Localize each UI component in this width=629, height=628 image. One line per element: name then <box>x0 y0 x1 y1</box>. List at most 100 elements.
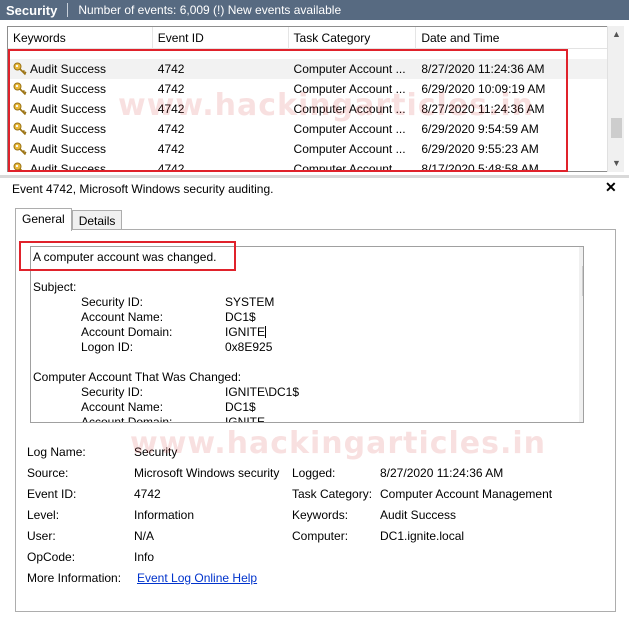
row-event-id-text: 4742 <box>157 142 185 156</box>
event-list-body: Audit Success 4742 Computer Account ... 8/2… <box>8 59 607 172</box>
source-value: Microsoft Windows security <box>134 466 280 480</box>
row-keyword: Audit Success <box>8 62 153 76</box>
row-event-id-text: 4742 <box>157 122 185 136</box>
row-task-category: Computer Account ... <box>289 122 417 136</box>
table-row[interactable]: Audit Success 4742 Computer Account ... 8/1… <box>8 159 607 172</box>
logged-label: Logged: <box>292 466 336 480</box>
row-date-time: 8/27/2020 11:24:36 AM <box>416 102 607 116</box>
row-keyword: Audit Success <box>8 162 153 172</box>
scroll-down-icon[interactable]: ▼ <box>608 155 625 172</box>
row-event-id: 4742 <box>153 102 289 116</box>
log-title-bar: Security Number of events: 6,009 (!) New… <box>0 0 629 20</box>
event-list-scrollbar[interactable]: ▲ ▼ <box>607 26 624 172</box>
row-event-id-text: 4742 <box>157 162 185 172</box>
task-category-label: Task Category: <box>292 487 373 501</box>
row-event-id-text: 4742 <box>157 102 185 116</box>
row-task-category: Computer Account ... <box>289 142 417 156</box>
event-log-online-help-link[interactable]: Event Log Online Help <box>137 571 257 585</box>
row-event-id: 4742 <box>153 142 289 156</box>
row-keyword-text: Audit Success <box>30 82 107 96</box>
description-field-value: DC1$ <box>225 310 256 324</box>
event-count: Number of events: 6,009 (!) New events a… <box>78 3 342 17</box>
row-event-id: 4742 <box>153 162 289 172</box>
description-field-label: Account Domain: <box>81 325 173 339</box>
description-field-label: Account Name: <box>81 310 164 324</box>
tab-details[interactable]: Details <box>71 210 123 231</box>
key-icon <box>13 62 27 76</box>
scroll-down-icon[interactable]: ▼ <box>579 405 583 422</box>
table-row[interactable]: Audit Success 4742 Computer Account ... 8/2… <box>8 99 607 119</box>
table-row[interactable]: Audit Success 4742 Computer Account ... 8/2… <box>8 59 607 79</box>
key-icon <box>13 162 25 171</box>
opcode-value: Info <box>134 550 155 564</box>
table-row[interactable]: Audit Success 4742 Computer Account ... 6/2… <box>8 79 607 99</box>
row-keyword-text: Audit Success <box>30 62 107 76</box>
row-task-category-text: Computer Account ... <box>293 142 406 156</box>
row-date-time-text: 8/17/2020 5:48:58 AM <box>421 162 539 172</box>
description-field-value: 0x8E925 <box>225 340 273 354</box>
more-information-label: More Information: <box>27 571 122 585</box>
row-keyword: Audit Success <box>8 102 153 116</box>
row-date-time: 6/29/2020 10:09:19 AM <box>416 82 607 96</box>
event-list-header: Keywords Event ID Task Category Date and… <box>8 27 607 49</box>
column-header-date-time[interactable]: Date and Time <box>416 27 607 49</box>
row-task-category-text: Computer Account ... <box>293 62 406 76</box>
tab-general[interactable]: General <box>15 208 72 231</box>
scroll-thumb[interactable] <box>611 118 622 138</box>
row-task-category: Computer Account ... <box>289 102 417 116</box>
event-description[interactable]: A computer account was changed. Subject:… <box>30 246 584 423</box>
row-task-category-text: Computer Account ... <box>293 162 406 172</box>
event-detail-title: Event 4742, Microsoft Windows security a… <box>12 182 274 196</box>
opcode-label: OpCode: <box>27 550 76 564</box>
column-header-event-id[interactable]: Event ID <box>153 27 289 49</box>
key-icon <box>13 122 27 136</box>
row-task-category: Computer Account ... <box>289 62 417 76</box>
row-keyword-text: Audit Success <box>30 122 107 136</box>
level-label: Level: <box>27 508 60 522</box>
scroll-up-icon[interactable]: ▲ <box>608 26 625 43</box>
row-date-time-text: 6/29/2020 10:09:19 AM <box>421 82 546 96</box>
close-icon[interactable]: ✕ <box>605 179 617 196</box>
log-name-value: Security <box>134 445 178 459</box>
description-field-label: Logon ID: <box>81 340 134 354</box>
log-name-label: Log Name: <box>27 445 86 459</box>
text-caret <box>265 326 267 338</box>
user-value: N/A <box>134 529 155 543</box>
event-id-value: 4742 <box>134 487 161 501</box>
column-header-keywords[interactable]: Keywords <box>8 27 153 49</box>
row-date-time: 8/27/2020 11:24:36 AM <box>416 62 607 76</box>
description-field-value: DC1$ <box>225 400 256 414</box>
row-date-time-text: 6/29/2020 9:54:59 AM <box>421 122 539 136</box>
changed-account-label: Computer Account That Was Changed: <box>33 370 242 384</box>
table-row[interactable]: Audit Success 4742 Computer Account ... 6/2… <box>8 119 607 139</box>
row-date-time-text: 8/27/2020 11:24:36 AM <box>421 102 545 116</box>
description-field-value: SYSTEM <box>225 295 275 309</box>
detail-tabs: General Details <box>15 208 123 231</box>
event-list[interactable]: Keywords Event ID Task Category Date and… <box>7 26 607 172</box>
row-date-time: 6/29/2020 9:55:23 AM <box>416 142 607 156</box>
description-summary: A computer account was changed. <box>33 250 217 264</box>
description-field-value: IGNITE\DC1$ <box>225 385 300 399</box>
scroll-up-icon[interactable]: ▲ <box>579 247 583 264</box>
pane-splitter[interactable] <box>0 175 629 178</box>
column-header-task-category[interactable]: Task Category <box>289 27 417 49</box>
row-keyword: Audit Success <box>8 82 153 96</box>
logged-value: 8/27/2020 11:24:36 AM <box>380 466 504 480</box>
row-keyword: Audit Success <box>8 122 153 136</box>
scroll-thumb[interactable] <box>582 266 583 296</box>
row-task-category: Computer Account ... <box>289 162 417 172</box>
title-separator <box>67 3 69 17</box>
key-icon <box>13 82 27 96</box>
row-keyword-text: Audit Success <box>30 162 107 172</box>
description-scrollbar[interactable]: ▲ ▼ <box>579 247 583 422</box>
source-label: Source: <box>27 466 69 480</box>
row-task-category-text: Computer Account ... <box>293 102 406 116</box>
row-task-category: Computer Account ... <box>289 82 417 96</box>
description-field-label: Account Name: <box>81 400 164 414</box>
row-event-id: 4742 <box>153 62 289 76</box>
general-panel: A computer account was changed. Subject:… <box>15 229 616 612</box>
table-row[interactable]: Audit Success 4742 Computer Account ... 6/2… <box>8 139 607 159</box>
row-keyword-text: Audit Success <box>30 142 107 156</box>
subject-label: Subject: <box>33 280 77 294</box>
row-event-id-text: 4742 <box>157 62 185 76</box>
